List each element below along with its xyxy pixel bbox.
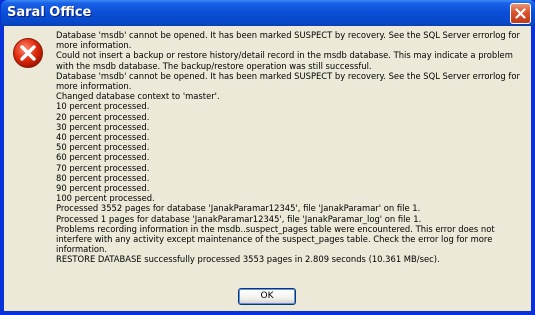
error-icon — [13, 38, 43, 68]
message-line: 60 percent processed. — [56, 152, 150, 163]
title-bar[interactable]: Saral Office — [1, 0, 535, 26]
message-line: Processed 1 pages for database 'JanakPar… — [56, 213, 422, 224]
message-line: 30 percent processed. — [56, 121, 150, 132]
message-line: Changed database context to 'master'. — [56, 91, 220, 102]
message-line: RESTORE DATABASE successfully processed … — [56, 254, 440, 265]
error-message-text: Database 'msdb' cannot be opened. It has… — [56, 30, 531, 265]
message-line: Processed 3552 pages for database 'Janak… — [56, 203, 421, 214]
message-line: 40 percent processed. — [56, 132, 150, 143]
message-line: Database 'msdb' cannot be opened. It has… — [56, 70, 523, 92]
message-line: Problems recording information in the ms… — [56, 223, 498, 255]
message-line: 80 percent processed. — [56, 172, 150, 183]
message-line: 70 percent processed. — [56, 162, 150, 173]
message-line: 10 percent processed. — [56, 101, 150, 112]
close-icon — [515, 8, 526, 19]
message-line: 100 percent processed. — [56, 193, 155, 204]
message-line: Database 'msdb' cannot be opened. It has… — [56, 30, 523, 51]
message-line: Could not insert a backup or restore his… — [56, 50, 516, 71]
ok-button[interactable]: OK — [238, 288, 296, 305]
window-title: Saral Office — [7, 5, 92, 20]
dialog-body: Database 'msdb' cannot be opened. It has… — [4, 26, 531, 311]
close-button[interactable] — [510, 3, 531, 24]
message-line: 90 percent processed. — [56, 183, 150, 194]
message-line: 50 percent processed. — [56, 142, 150, 153]
message-line: 20 percent processed. — [56, 111, 150, 122]
message-box-window: Saral Office Database 'msdb' cannot be o… — [0, 0, 535, 315]
